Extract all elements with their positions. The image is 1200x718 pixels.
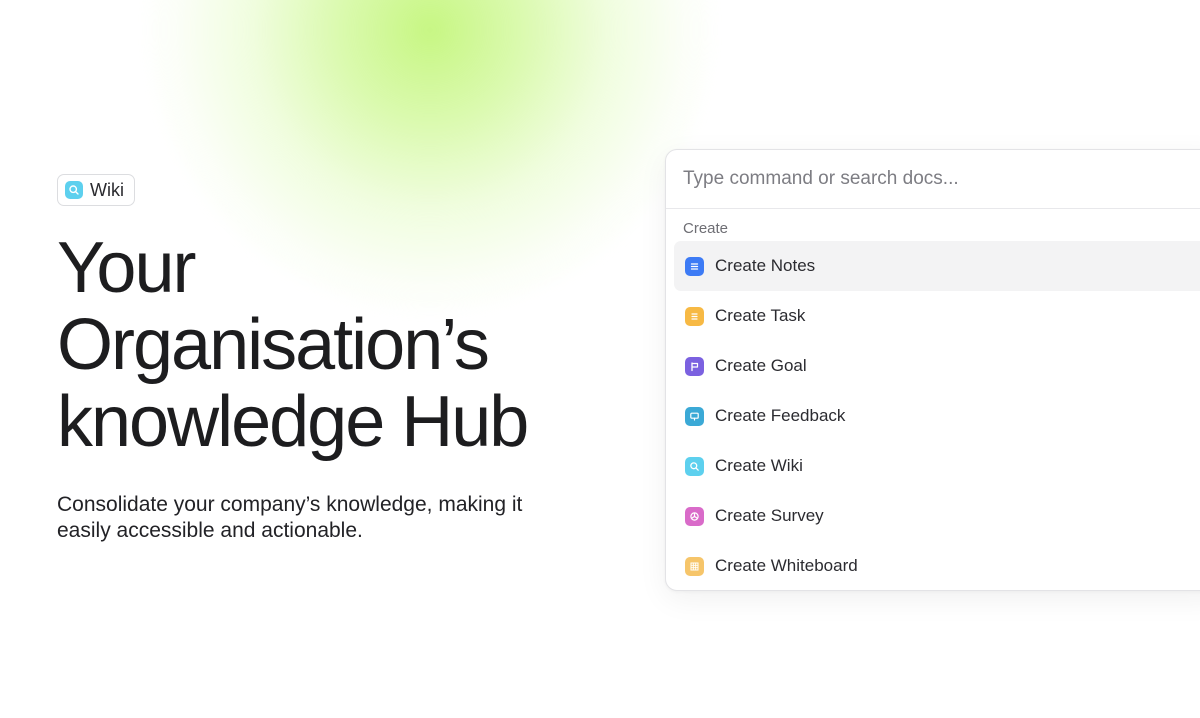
menu-item-create-task[interactable]: Create Task (674, 291, 1200, 341)
menu-item-create-goal[interactable]: Create Goal (674, 341, 1200, 391)
menu-item-create-survey[interactable]: Create Survey (674, 491, 1200, 541)
command-search-input[interactable] (666, 150, 1200, 209)
menu-item-label: Create Goal (715, 356, 807, 375)
command-palette: Create Create Notes Create Task (665, 149, 1200, 591)
menu-item-label: Create Wiki (715, 456, 803, 475)
menu-item-create-whiteboard[interactable]: Create Whiteboard (674, 541, 1200, 590)
whiteboard-icon (685, 556, 704, 576)
menu-item-label: Create Survey (715, 506, 824, 525)
section-label-create: Create (683, 220, 729, 237)
search-icon (685, 456, 704, 476)
title-line: Organisation’s (57, 305, 490, 385)
menu-item-label: Create Feedback (715, 406, 846, 425)
menu-item-create-feedback[interactable]: Create Feedback (674, 391, 1200, 441)
wiki-badge: Wiki (57, 174, 135, 206)
page-title: Your Organisation’s knowledge Hub (57, 230, 617, 461)
subtitle-line: Consolidate your company’s knowledge, ma… (57, 493, 523, 516)
flag-icon (685, 356, 704, 376)
subtitle-line: easily accessible and actionable. (57, 519, 363, 542)
search-icon (65, 181, 83, 199)
notes-icon (685, 256, 704, 276)
menu-item-label: Create Whiteboard (715, 556, 858, 575)
page-subtitle: Consolidate your company’s knowledge, ma… (57, 492, 577, 544)
menu-item-label: Create Task (715, 306, 806, 325)
menu-item-create-notes[interactable]: Create Notes (674, 241, 1200, 291)
task-icon (685, 306, 704, 326)
menu-item-create-wiki[interactable]: Create Wiki (674, 441, 1200, 491)
title-line: knowledge Hub (57, 382, 529, 462)
create-menu: Create Notes Create Task Create Goal Cre… (674, 241, 1200, 590)
survey-icon (685, 506, 704, 526)
feedback-icon (685, 406, 704, 426)
title-line: Your (57, 228, 196, 308)
menu-item-label: Create Notes (715, 256, 816, 275)
wiki-badge-label: Wiki (90, 179, 124, 200)
